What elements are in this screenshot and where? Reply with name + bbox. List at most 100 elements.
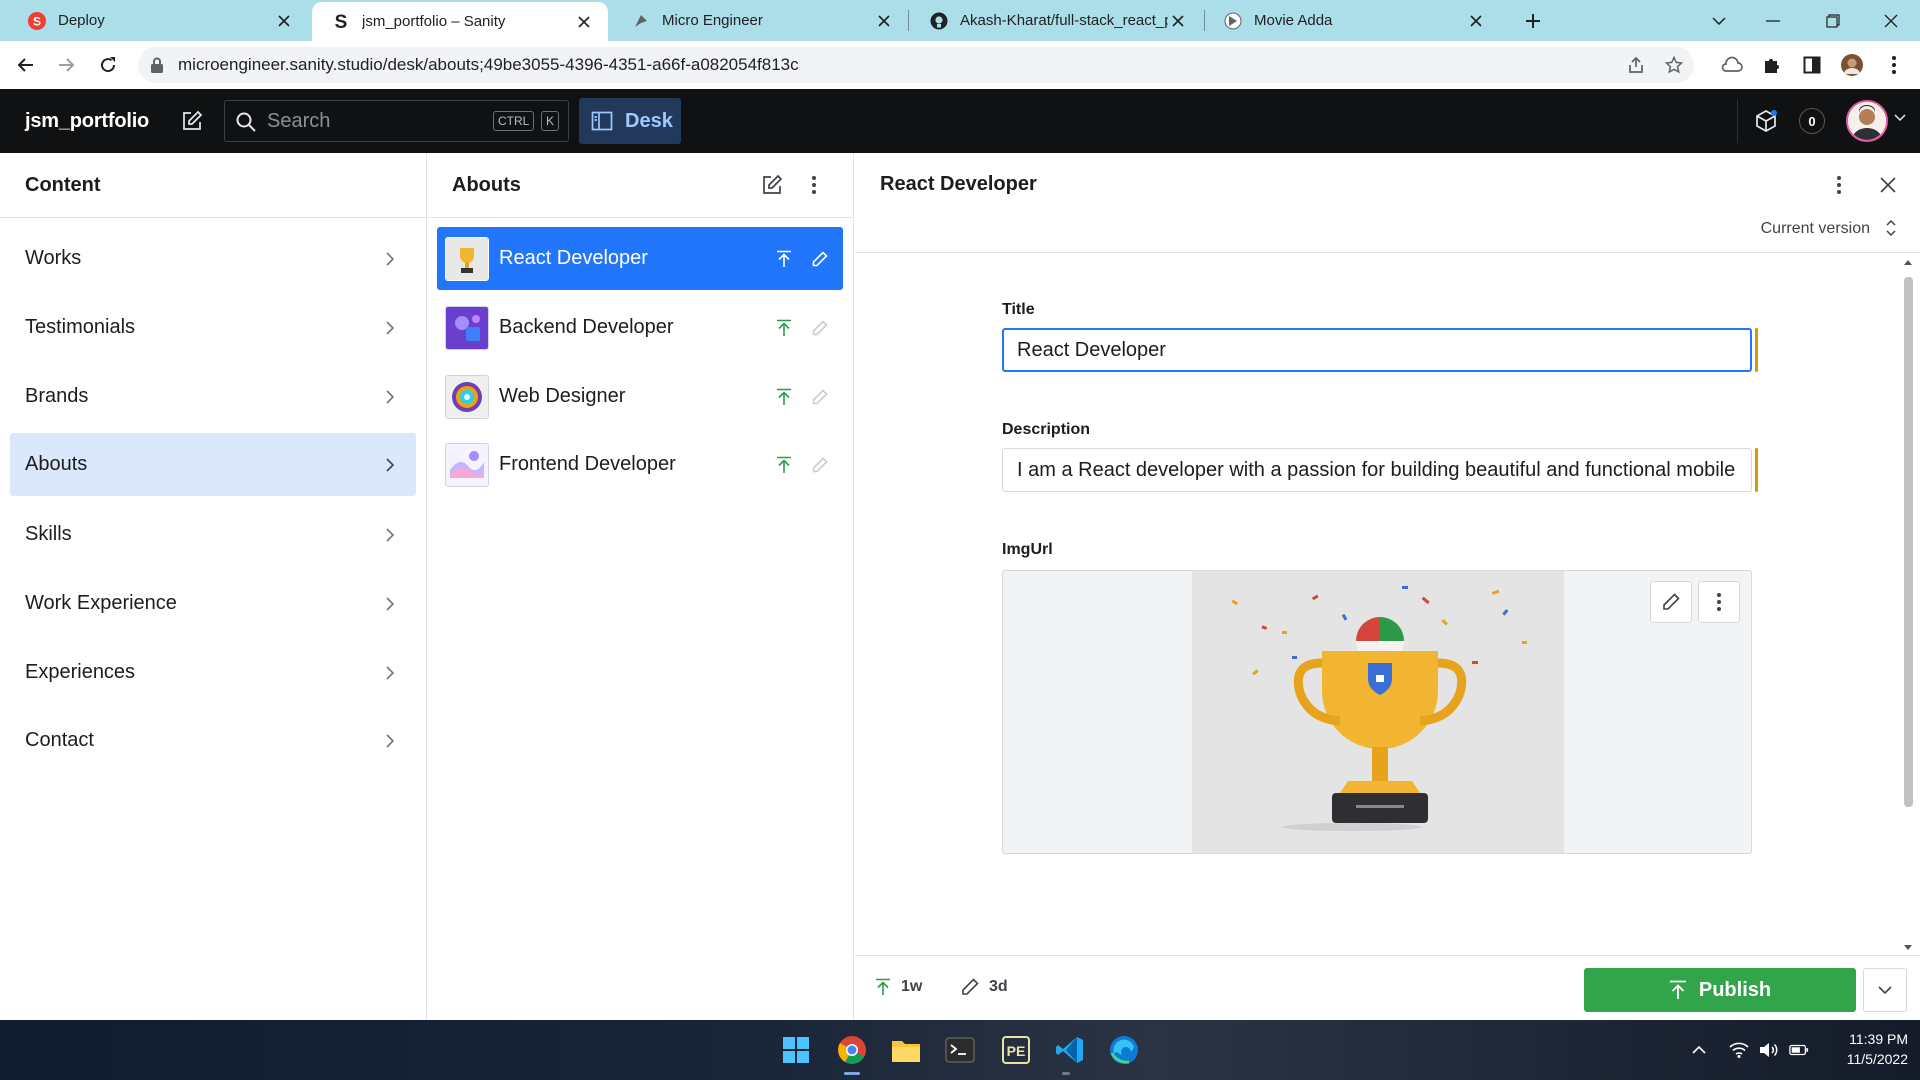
browser-tab-micro-engineer[interactable]: Micro Engineer xyxy=(612,0,908,41)
browser-tab-sanity[interactable]: S jsm_portfolio – Sanity xyxy=(312,2,608,41)
chevron-up-down-icon[interactable] xyxy=(1886,219,1896,237)
windows-start-icon[interactable] xyxy=(776,1030,816,1070)
running-app-indicator xyxy=(1062,1072,1070,1075)
document-header: React Developer Current version xyxy=(855,153,1920,253)
share-icon[interactable] xyxy=(1626,55,1646,75)
edited-status[interactable]: 3d xyxy=(961,978,1008,996)
description-field-label: Description xyxy=(1002,421,1091,438)
title-input[interactable] xyxy=(1002,328,1752,372)
published-status[interactable]: 1w xyxy=(875,978,922,996)
content-item-skills[interactable]: Skills xyxy=(10,503,416,566)
close-icon[interactable] xyxy=(874,11,894,31)
content-item-work-experience[interactable]: Work Experience xyxy=(10,572,416,635)
chrome-menu-icon[interactable] xyxy=(1880,51,1908,79)
reload-icon[interactable] xyxy=(92,49,124,81)
close-icon[interactable] xyxy=(574,12,594,32)
publish-actions-menu-button[interactable] xyxy=(1863,968,1907,1012)
content-item-brands[interactable]: Brands xyxy=(10,365,416,428)
app-pe-icon[interactable]: PE xyxy=(996,1030,1036,1070)
gear-favicon-icon xyxy=(632,12,650,30)
close-icon[interactable] xyxy=(1168,11,1188,31)
close-pane-icon[interactable] xyxy=(1874,171,1902,199)
create-document-icon[interactable] xyxy=(758,171,786,199)
tab-title: Deploy xyxy=(58,12,105,29)
address-bar[interactable]: microengineer.sanity.studio/desk/abouts;… xyxy=(138,47,1694,83)
minimize-icon[interactable] xyxy=(1758,6,1788,36)
chevron-right-icon xyxy=(378,661,402,685)
document-menu-icon[interactable] xyxy=(1825,171,1853,199)
browser-tab-movie-adda[interactable]: Movie Adda xyxy=(1204,0,1500,41)
edge-icon[interactable] xyxy=(1104,1030,1144,1070)
document-item-frontend-developer[interactable]: Frontend Developer xyxy=(437,433,843,496)
chevron-down-icon xyxy=(1878,986,1892,994)
file-explorer-icon[interactable] xyxy=(886,1030,926,1070)
document-item-web-designer[interactable]: Web Designer xyxy=(437,365,843,428)
document-item-react-developer[interactable]: React Developer xyxy=(437,227,843,290)
title-field-label: Title xyxy=(1002,301,1035,318)
global-search[interactable]: CTRL K xyxy=(224,100,569,142)
version-selector[interactable]: Current version xyxy=(1761,220,1870,238)
published-arrow-icon xyxy=(771,246,797,272)
content-item-works[interactable]: Works xyxy=(10,227,416,290)
svg-text:S: S xyxy=(335,13,348,31)
document-item-label: React Developer xyxy=(499,247,648,269)
profile-avatar-icon[interactable] xyxy=(1838,51,1866,79)
content-item-testimonials[interactable]: Testimonials xyxy=(10,296,416,359)
tab-search-chevron-icon[interactable] xyxy=(1704,6,1734,36)
kbd-k: K xyxy=(541,111,560,131)
new-tab-plus-icon[interactable] xyxy=(1518,6,1548,36)
extensions-puzzle-icon[interactable] xyxy=(1758,51,1786,79)
content-item-abouts[interactable]: Abouts xyxy=(10,433,416,496)
svg-text:PE: PE xyxy=(1007,1043,1026,1059)
chrome-taskbar-icon[interactable] xyxy=(832,1030,872,1070)
sanity-s-favicon-icon: S xyxy=(332,13,350,31)
search-input[interactable] xyxy=(267,101,467,141)
volume-icon[interactable] xyxy=(1759,1040,1779,1060)
browser-tab-deploy[interactable]: S Deploy xyxy=(8,0,308,41)
bookmark-star-icon[interactable] xyxy=(1664,55,1684,75)
chevron-right-icon xyxy=(378,247,402,271)
user-avatar[interactable] xyxy=(1846,100,1888,142)
tab-title: jsm_portfolio – Sanity xyxy=(362,13,506,30)
restore-icon[interactable] xyxy=(1818,6,1848,36)
tray-chevron-up-icon[interactable] xyxy=(1689,1040,1709,1060)
close-icon[interactable] xyxy=(1466,11,1486,31)
content-item-label: Skills xyxy=(25,523,72,545)
document-item-backend-developer[interactable]: Backend Developer xyxy=(437,296,843,359)
active-app-indicator xyxy=(844,1072,860,1075)
edit-pencil-icon xyxy=(807,384,833,410)
description-input[interactable] xyxy=(1002,448,1752,492)
scrollbar-thumb[interactable] xyxy=(1904,277,1913,807)
content-pane: Content Works Testimonials Brands Abouts… xyxy=(0,153,427,1020)
vscode-icon[interactable] xyxy=(1050,1030,1090,1070)
content-item-contact[interactable]: Contact xyxy=(10,709,416,772)
compose-icon[interactable] xyxy=(178,107,206,135)
desk-tool-button[interactable]: Desk xyxy=(579,98,681,144)
publish-button[interactable]: Publish xyxy=(1584,968,1856,1012)
content-item-experiences[interactable]: Experiences xyxy=(10,641,416,704)
forward-arrow-icon[interactable] xyxy=(50,49,82,81)
project-name[interactable]: jsm_portfolio xyxy=(25,89,149,153)
side-panel-icon[interactable] xyxy=(1798,51,1826,79)
close-window-icon[interactable] xyxy=(1876,6,1906,36)
back-arrow-icon[interactable] xyxy=(10,49,42,81)
close-icon[interactable] xyxy=(274,11,294,31)
edit-pencil-icon xyxy=(807,452,833,478)
extension-cloud-icon[interactable] xyxy=(1718,51,1746,79)
edit-image-button[interactable] xyxy=(1650,581,1692,623)
image-field[interactable] xyxy=(1002,570,1752,854)
navbar-divider xyxy=(1737,99,1738,143)
github-icon xyxy=(930,12,948,30)
pane-menu-icon[interactable] xyxy=(800,171,828,199)
image-menu-button[interactable] xyxy=(1698,581,1740,623)
wifi-icon[interactable] xyxy=(1729,1040,1749,1060)
kbd-ctrl: CTRL xyxy=(493,111,535,131)
browser-tab-github[interactable]: Akash-Kharat/full-stack_react_po xyxy=(910,0,1202,41)
battery-icon[interactable] xyxy=(1789,1040,1809,1060)
package-icon[interactable] xyxy=(1752,107,1780,135)
changes-count-badge[interactable]: 0 xyxy=(1799,108,1825,134)
system-clock[interactable]: 11:39 PM 11/5/2022 xyxy=(1820,1029,1908,1069)
terminal-icon[interactable] xyxy=(940,1030,980,1070)
chevron-down-icon[interactable] xyxy=(1894,114,1906,122)
document-item-label: Backend Developer xyxy=(499,316,674,338)
